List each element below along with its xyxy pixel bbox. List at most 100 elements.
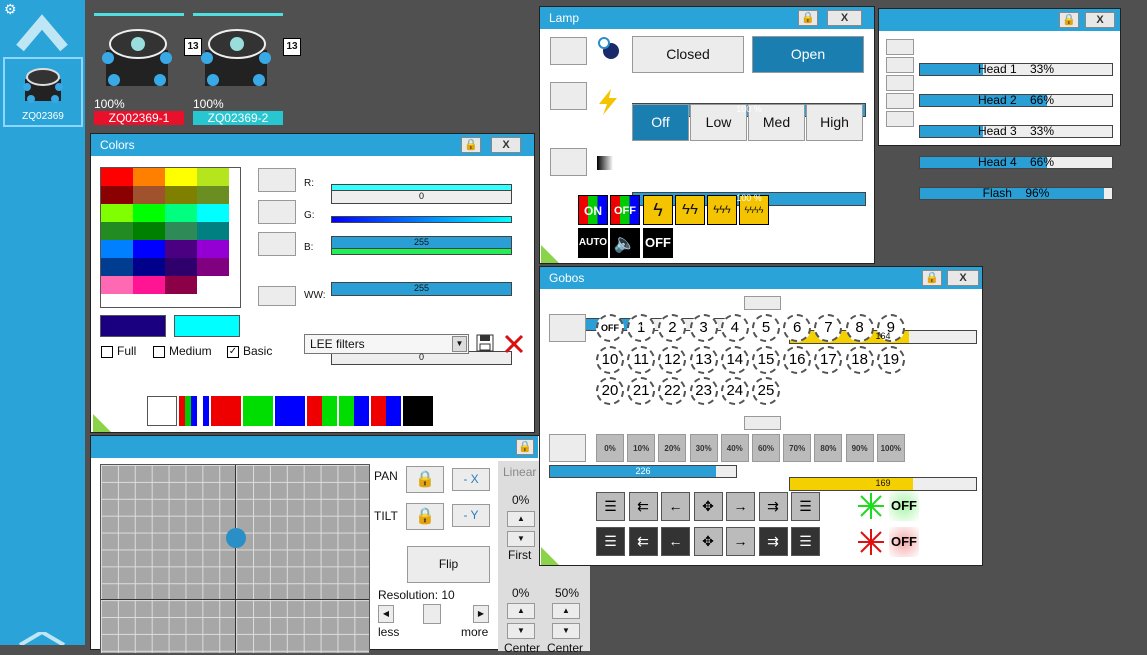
- sidebar-fixture-item[interactable]: ZQ02369: [3, 57, 83, 127]
- palette-swatch[interactable]: [133, 240, 165, 258]
- palette-swatch[interactable]: [133, 258, 165, 276]
- movement-pattern-icon[interactable]: ☰: [791, 527, 820, 556]
- gobo-button[interactable]: 25: [752, 377, 780, 405]
- option-basic[interactable]: ✓ Basic: [227, 344, 272, 358]
- palette-swatch[interactable]: [165, 186, 197, 204]
- palette-swatch[interactable]: [133, 204, 165, 222]
- gobo-button[interactable]: 19: [876, 345, 905, 374]
- lock-icon[interactable]: 🔒: [922, 270, 942, 286]
- save-icon[interactable]: [476, 334, 494, 352]
- center-right-up-button[interactable]: ▲: [552, 603, 580, 619]
- palette-swatch[interactable]: [133, 186, 165, 204]
- movement-pattern-icon[interactable]: ☰: [791, 492, 820, 521]
- gobo-button[interactable]: 11: [627, 345, 656, 374]
- gobo-center-button[interactable]: [744, 296, 781, 310]
- palette-swatch[interactable]: [101, 276, 133, 294]
- shutter-button[interactable]: [550, 37, 587, 65]
- close-icon[interactable]: X: [947, 270, 979, 286]
- movement-pattern-icon[interactable]: →: [726, 527, 755, 556]
- medium-checkbox[interactable]: [153, 345, 165, 358]
- dimmer-step-button[interactable]: 10%: [627, 434, 656, 462]
- r-slider[interactable]: 0: [331, 190, 512, 204]
- palette-swatch[interactable]: [197, 186, 229, 204]
- lock-icon[interactable]: 🔒: [461, 137, 481, 153]
- movement-pattern-icon[interactable]: ←: [661, 492, 690, 521]
- filter-select[interactable]: LEE filters ▼: [304, 334, 469, 354]
- gobo-button[interactable]: 20: [596, 377, 624, 405]
- lock-icon[interactable]: 🔒: [516, 439, 534, 455]
- sound-icon[interactable]: 🔈: [610, 228, 640, 258]
- resolution-less-button[interactable]: ◀: [378, 605, 394, 623]
- dimmer-side-button[interactable]: [549, 434, 586, 462]
- shutter-open-button[interactable]: Open: [752, 36, 864, 73]
- dimmer-step-button[interactable]: 100%: [876, 434, 905, 462]
- settings-gear-icon[interactable]: ⚙: [4, 2, 17, 16]
- gobo-rotation-slider[interactable]: 164: [789, 330, 977, 344]
- fixture-card-1[interactable]: 13 100% ZQ02369-1: [94, 13, 202, 125]
- selected-color-a[interactable]: [100, 315, 166, 337]
- b-slider[interactable]: 255: [331, 282, 512, 296]
- dimmer-wheel-slider[interactable]: 226: [549, 465, 737, 478]
- gobo-button[interactable]: 13: [689, 345, 718, 374]
- dimmer-step-button[interactable]: 20%: [658, 434, 687, 462]
- dimmer-rotation-slider[interactable]: 169: [789, 477, 977, 491]
- gobo-button[interactable]: 22: [658, 377, 687, 405]
- resolution-more-button[interactable]: ▶: [473, 605, 489, 623]
- macro-white[interactable]: [147, 396, 177, 426]
- add-corner-icon[interactable]: [541, 245, 559, 263]
- movement-pattern-icon[interactable]: ⇉: [758, 527, 788, 556]
- palette-swatch[interactable]: [133, 276, 165, 294]
- gobo-button[interactable]: 18: [845, 345, 874, 374]
- dimmer-step-button[interactable]: 70%: [783, 434, 812, 462]
- palette-swatch[interactable]: [165, 168, 197, 186]
- palette-swatch[interactable]: [101, 204, 133, 222]
- lock-icon[interactable]: 🔒: [798, 10, 818, 26]
- macro-black[interactable]: [403, 396, 433, 426]
- movement-pattern-icon[interactable]: ✥: [693, 527, 723, 556]
- tilt-lock-button[interactable]: 🔒: [406, 503, 444, 530]
- starburst-green-off-icon[interactable]: OFF: [889, 491, 919, 521]
- gobo-button[interactable]: 23: [689, 377, 718, 405]
- palette-swatch[interactable]: [101, 222, 133, 240]
- gobo-button[interactable]: 17: [814, 345, 843, 374]
- add-corner-icon[interactable]: [93, 414, 111, 432]
- palette-swatch[interactable]: [101, 168, 133, 186]
- option-full[interactable]: Full: [101, 344, 136, 358]
- palette-swatch[interactable]: [133, 168, 165, 186]
- palette-swatch[interactable]: [197, 222, 229, 240]
- ww-button[interactable]: [258, 286, 296, 306]
- shutter-closed-button[interactable]: Closed: [632, 36, 744, 73]
- palette-swatch[interactable]: [197, 240, 229, 258]
- auto-icon[interactable]: AUTO: [578, 228, 608, 258]
- head-button[interactable]: [886, 111, 914, 127]
- gobo-button[interactable]: 14: [720, 345, 749, 374]
- close-icon[interactable]: X: [491, 137, 521, 153]
- center-left-down-button[interactable]: ▼: [507, 623, 535, 639]
- macro-red-blue[interactable]: [371, 396, 401, 426]
- resolution-slider-thumb[interactable]: [423, 604, 441, 624]
- gobo-wheel1-slider[interactable]: 130: [549, 318, 737, 331]
- gobo-button[interactable]: 12: [658, 345, 687, 374]
- dimmer-step-button[interactable]: 90%: [845, 434, 874, 462]
- dimmer-step-button[interactable]: 60%: [752, 434, 780, 462]
- head-button[interactable]: [886, 93, 914, 109]
- movement-pattern-icon[interactable]: ⇇: [628, 527, 658, 556]
- r-button[interactable]: [258, 168, 296, 192]
- add-corner-icon[interactable]: [541, 547, 559, 565]
- head-button[interactable]: [886, 57, 914, 73]
- head-slider[interactable]: Head 4 66%: [919, 156, 1113, 169]
- close-icon[interactable]: X: [827, 10, 862, 26]
- invert-y-button[interactable]: - Y: [452, 504, 490, 527]
- palette-swatch[interactable]: [197, 258, 229, 276]
- starburst-green-icon[interactable]: [856, 491, 886, 521]
- option-medium[interactable]: Medium: [153, 344, 212, 358]
- full-checkbox[interactable]: [101, 345, 113, 358]
- scroll-down-icon[interactable]: [16, 632, 68, 645]
- palette-swatch[interactable]: [101, 240, 133, 258]
- center-right-down-button[interactable]: ▼: [552, 623, 580, 639]
- off-black-icon[interactable]: OFF: [643, 228, 673, 258]
- gobo-button[interactable]: 21: [627, 377, 656, 405]
- head-slider[interactable]: Head 1 33%: [919, 63, 1113, 76]
- fixture-card-2[interactable]: 13 100% ZQ02369-2: [193, 13, 301, 125]
- palette-swatch[interactable]: [165, 258, 197, 276]
